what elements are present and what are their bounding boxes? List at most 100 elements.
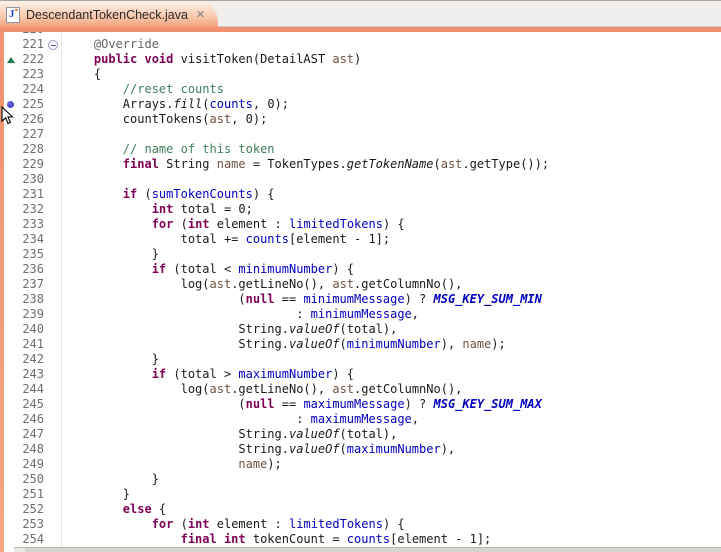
code-line[interactable]: 240 String.valueOf(total), (4, 322, 721, 337)
code-line[interactable]: 250 } (4, 472, 721, 487)
code-line[interactable]: 251 } (4, 487, 721, 502)
code-line[interactable]: 248 String.valueOf(maximumNumber), (4, 442, 721, 457)
code-line[interactable]: 230 (4, 172, 721, 187)
code-line[interactable]: 244 log(ast.getLineNo(), ast.getColumnNo… (4, 382, 721, 397)
code-line[interactable]: 254 final int tokenCount = counts[elemen… (4, 532, 721, 547)
close-icon[interactable]: ✕ (196, 10, 205, 20)
annotation-ruler-cell[interactable] (4, 412, 17, 427)
fold-gutter-cell[interactable] (46, 187, 62, 202)
fold-gutter-cell[interactable] (46, 412, 62, 427)
fold-gutter-cell[interactable] (46, 217, 62, 232)
annotation-ruler-cell[interactable] (4, 142, 17, 157)
annotation-ruler-cell[interactable] (4, 517, 17, 532)
annotation-ruler-cell[interactable] (4, 202, 17, 217)
fold-gutter-cell[interactable] (46, 97, 62, 112)
annotation-ruler-cell[interactable] (4, 262, 17, 277)
fold-gutter-cell[interactable] (46, 307, 62, 322)
fold-gutter-cell[interactable] (46, 517, 62, 532)
annotation-ruler-cell[interactable] (4, 427, 17, 442)
annotation-ruler-cell[interactable] (4, 52, 17, 67)
code-line[interactable]: 228 // name of this token (4, 142, 721, 157)
fold-gutter-cell[interactable] (46, 322, 62, 337)
code-line[interactable]: 232 int total = 0; (4, 202, 721, 217)
fold-gutter-cell[interactable] (46, 457, 62, 472)
annotation-ruler-cell[interactable] (4, 322, 17, 337)
annotation-ruler-cell[interactable] (4, 232, 17, 247)
code-line[interactable]: 229 final String name = TokenTypes.getTo… (4, 157, 721, 172)
code-line[interactable]: 225 Arrays.fill(counts, 0); (4, 97, 721, 112)
code-line[interactable]: 239 : minimumMessage, (4, 307, 721, 322)
code-line[interactable]: 241 String.valueOf(minimumNumber), name)… (4, 337, 721, 352)
fold-gutter-cell[interactable] (46, 472, 62, 487)
code-line[interactable]: 231 if (sumTokenCounts) { (4, 187, 721, 202)
fold-gutter-cell[interactable] (46, 367, 62, 382)
annotation-ruler-cell[interactable] (4, 367, 17, 382)
annotation-ruler-cell[interactable] (4, 37, 17, 52)
code-line[interactable]: 226 countTokens(ast, 0); (4, 112, 721, 127)
code-line[interactable]: 222 public void visitToken(DetailAST ast… (4, 52, 721, 67)
annotation-ruler-cell[interactable] (4, 382, 17, 397)
annotation-ruler-cell[interactable] (4, 457, 17, 472)
code-line[interactable]: 238 (null == minimumMessage) ? MSG_KEY_S… (4, 292, 721, 307)
fold-gutter-cell[interactable] (46, 112, 62, 127)
code-line[interactable]: 223 { (4, 67, 721, 82)
fold-gutter-cell[interactable] (46, 232, 62, 247)
fold-gutter-cell[interactable] (46, 382, 62, 397)
code-line[interactable]: 227 (4, 127, 721, 142)
fold-gutter-cell[interactable] (46, 262, 62, 277)
annotation-ruler-cell[interactable] (4, 187, 17, 202)
fold-gutter-cell[interactable] (46, 127, 62, 142)
code-editor-area[interactable]: 220221 @Override222 public void visitTok… (4, 32, 721, 552)
tab-descendanttokencheck[interactable]: J DescendantTokenCheck.java ✕ (0, 2, 218, 28)
annotation-ruler-cell[interactable] (4, 82, 17, 97)
annotation-ruler-cell[interactable] (4, 277, 17, 292)
code-line[interactable]: 249 name); (4, 457, 721, 472)
annotation-ruler-cell[interactable] (4, 292, 17, 307)
annotation-ruler-cell[interactable] (4, 247, 17, 262)
fold-gutter-cell[interactable] (46, 67, 62, 82)
annotation-ruler-cell[interactable] (4, 487, 17, 502)
fold-gutter-cell[interactable] (46, 442, 62, 457)
annotation-ruler-cell[interactable] (4, 307, 17, 322)
code-line[interactable]: 253 for (int element : limitedTokens) { (4, 517, 721, 532)
code-line[interactable]: 245 (null == maximumMessage) ? MSG_KEY_S… (4, 397, 721, 412)
code-line[interactable]: 243 if (total > maximumNumber) { (4, 367, 721, 382)
code-line[interactable]: 252 else { (4, 502, 721, 517)
scrollbar-left-button[interactable] (14, 548, 25, 552)
fold-gutter-cell[interactable] (46, 52, 62, 67)
fold-gutter-cell[interactable] (46, 82, 62, 97)
annotation-ruler-cell[interactable] (4, 442, 17, 457)
annotation-ruler-cell[interactable] (4, 217, 17, 232)
annotation-ruler-cell[interactable] (4, 532, 17, 547)
fold-gutter-cell[interactable] (46, 337, 62, 352)
fold-collapse-icon[interactable] (48, 40, 58, 50)
fold-gutter-cell[interactable] (46, 502, 62, 517)
fold-gutter-cell[interactable] (46, 172, 62, 187)
code-line[interactable]: 247 String.valueOf(total), (4, 427, 721, 442)
annotation-ruler-cell[interactable] (4, 337, 17, 352)
fold-gutter-cell[interactable] (46, 352, 62, 367)
code-line[interactable]: 235 } (4, 247, 721, 262)
annotation-ruler-cell[interactable] (4, 472, 17, 487)
fold-gutter-cell[interactable] (46, 532, 62, 547)
annotation-ruler-cell[interactable] (4, 127, 17, 142)
fold-gutter-cell[interactable] (46, 487, 62, 502)
fold-gutter-cell[interactable] (46, 202, 62, 217)
fold-gutter-cell[interactable] (46, 157, 62, 172)
horizontal-scrollbar[interactable] (14, 547, 721, 552)
code-line[interactable]: 221 @Override (4, 37, 721, 52)
code-line[interactable]: 224 //reset counts (4, 82, 721, 97)
fold-gutter-cell[interactable] (46, 277, 62, 292)
code-line[interactable]: 242 } (4, 352, 721, 367)
annotation-ruler-cell[interactable] (4, 397, 17, 412)
code-line[interactable]: 234 total += counts[element - 1]; (4, 232, 721, 247)
annotation-ruler-cell[interactable] (4, 172, 17, 187)
fold-gutter-cell[interactable] (46, 397, 62, 412)
annotation-ruler-cell[interactable] (4, 502, 17, 517)
code-line[interactable]: 236 if (total < minimumNumber) { (4, 262, 721, 277)
annotation-ruler-cell[interactable] (4, 157, 17, 172)
code-line[interactable]: 237 log(ast.getLineNo(), ast.getColumnNo… (4, 277, 721, 292)
fold-gutter-cell[interactable] (46, 142, 62, 157)
fold-gutter-cell[interactable] (46, 247, 62, 262)
code-line[interactable]: 233 for (int element : limitedTokens) { (4, 217, 721, 232)
